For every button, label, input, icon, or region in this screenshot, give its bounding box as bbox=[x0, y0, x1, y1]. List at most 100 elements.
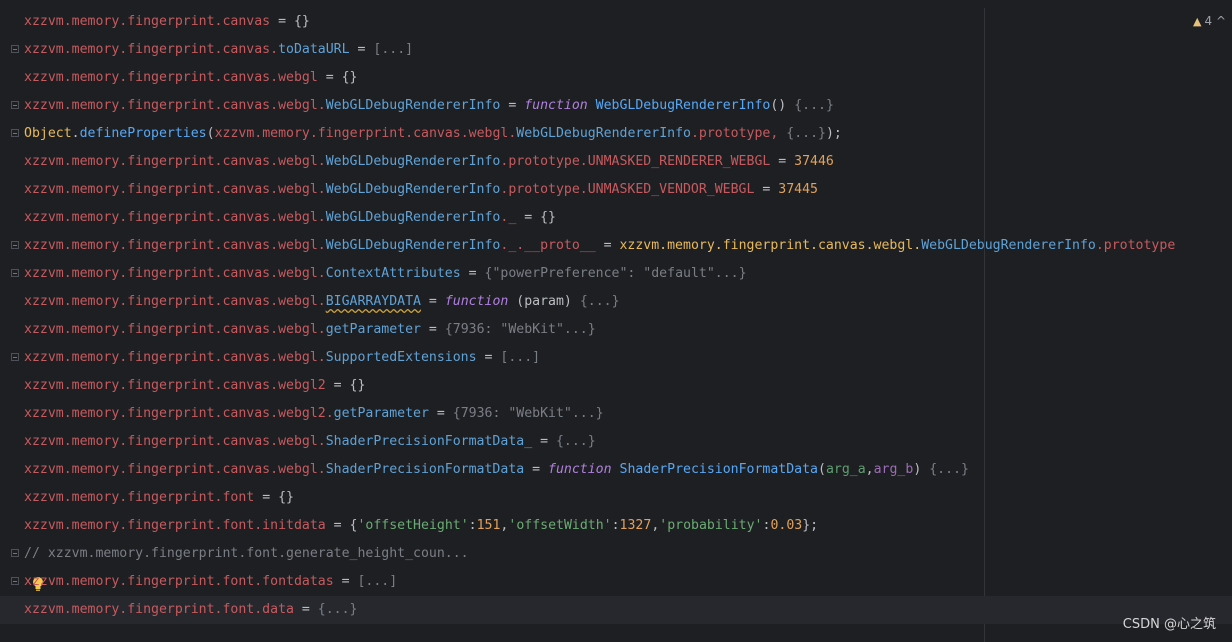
folded-value: {"powerPreference": "default"...} bbox=[484, 266, 747, 281]
code-line[interactable]: xzzvm.memory.fingerprint.font.initdata =… bbox=[0, 512, 1232, 540]
code-token: }; bbox=[802, 518, 819, 533]
identifier: xzzvm.memory.fingerprint.font.data bbox=[24, 602, 294, 617]
code-token: ( bbox=[206, 126, 215, 141]
identifier: ._ bbox=[500, 210, 517, 225]
code-line[interactable]: xzzvm.memory.fingerprint.canvas.webgl.We… bbox=[0, 232, 1232, 260]
code-line[interactable]: xzzvm.memory.fingerprint.font.fontdatas … bbox=[0, 568, 1232, 596]
code-token: : bbox=[611, 518, 620, 533]
fold-marker-icon[interactable] bbox=[11, 101, 19, 109]
operator: = bbox=[325, 518, 350, 533]
property-name: ShaderPrecisionFormatData_ bbox=[325, 434, 533, 449]
code-line[interactable]: xzzvm.memory.fingerprint.canvas.webgl.We… bbox=[0, 148, 1232, 176]
code-line[interactable]: xzzvm.memory.fingerprint.canvas.webgl.Sh… bbox=[0, 456, 1232, 484]
code-line[interactable]: Object.defineProperties(xzzvm.memory.fin… bbox=[0, 120, 1232, 148]
operator: = bbox=[476, 350, 501, 365]
identifier: xzzvm.memory.fingerprint.canvas.webgl. bbox=[24, 462, 326, 477]
code-text: xzzvm.memory.fingerprint.canvas.webgl2.g… bbox=[24, 400, 604, 428]
property-name: WebGLDebugRendererInfo bbox=[325, 154, 501, 169]
identifier: xzzvm.memory.fingerprint.canvas.webgl. bbox=[24, 350, 326, 365]
code-line[interactable]: xzzvm.memory.fingerprint.canvas.webgl.Sh… bbox=[0, 428, 1232, 456]
string-value: 'probability' bbox=[659, 518, 763, 533]
parameter: arg_a bbox=[825, 462, 866, 477]
fold-marker-icon[interactable] bbox=[11, 241, 19, 249]
number-value: 151 bbox=[476, 518, 501, 533]
code-text: Object.defineProperties(xzzvm.memory.fin… bbox=[24, 120, 842, 148]
operator: = bbox=[500, 98, 525, 113]
operator: = bbox=[333, 574, 358, 589]
fold-marker-icon[interactable] bbox=[11, 45, 19, 53]
fold-marker-icon[interactable] bbox=[11, 577, 19, 585]
property-name: ContextAttributes bbox=[325, 266, 461, 281]
identifier: xzzvm.memory.fingerprint.canvas.webgl. bbox=[214, 126, 517, 141]
code-line[interactable]: xzzvm.memory.fingerprint.canvas.webgl.We… bbox=[0, 92, 1232, 120]
code-line[interactable]: xzzvm.memory.fingerprint.canvas.webgl.We… bbox=[0, 204, 1232, 232]
code-line[interactable]: xzzvm.memory.fingerprint.canvas.webgl.Su… bbox=[0, 344, 1232, 372]
folded-value: {...} bbox=[921, 462, 969, 477]
folded-value: [...] bbox=[500, 350, 541, 365]
property-name: BIGARRAYDATA bbox=[325, 294, 421, 309]
code-text: xzzvm.memory.fingerprint.canvas.webgl = … bbox=[24, 64, 357, 92]
code-line[interactable]: xzzvm.memory.fingerprint.font.data = {..… bbox=[0, 596, 1232, 624]
folded-value: {...} bbox=[555, 434, 596, 449]
identifier: xzzvm.memory.fingerprint.canvas bbox=[24, 14, 271, 29]
identifier: ._.__proto__ bbox=[500, 238, 596, 253]
code-text: xzzvm.memory.fingerprint.canvas.webgl.We… bbox=[24, 232, 1175, 260]
code-line[interactable]: xzzvm.memory.fingerprint.canvas.webgl.We… bbox=[0, 176, 1232, 204]
inspection-warnings[interactable]: ▲ 4 ^ bbox=[1193, 12, 1232, 30]
keyword: function bbox=[524, 98, 588, 113]
code-text: xzzvm.memory.fingerprint.canvas.webgl2 =… bbox=[24, 372, 365, 400]
identifier: xzzvm.memory.fingerprint.canvas.webgl. bbox=[24, 434, 326, 449]
identifier: .prototype, bbox=[690, 126, 787, 141]
identifier: xzzvm.memory.fingerprint.canvas.webgl2 bbox=[24, 378, 326, 393]
operator: = bbox=[270, 14, 294, 29]
code-line[interactable]: xzzvm.memory.fingerprint.font = {} bbox=[0, 484, 1232, 512]
code-text: xzzvm.memory.fingerprint.canvas = {} bbox=[24, 8, 310, 36]
code-text: xzzvm.memory.fingerprint.canvas.webgl.ge… bbox=[24, 316, 596, 344]
code-text: // xzzvm.memory.fingerprint.font.generat… bbox=[24, 540, 469, 568]
fold-marker-icon[interactable] bbox=[11, 353, 19, 361]
code-text: xzzvm.memory.fingerprint.font.initdata =… bbox=[24, 512, 818, 540]
method-name: defineProperties bbox=[79, 126, 207, 141]
code-line[interactable]: xzzvm.memory.fingerprint.canvas.webgl.ge… bbox=[0, 316, 1232, 344]
folded-value: {7936: "WebKit"...} bbox=[444, 322, 596, 337]
identifier: .prototype.UNMASKED_VENDOR_WEBGL bbox=[500, 182, 755, 197]
code-line[interactable]: // xzzvm.memory.fingerprint.font.generat… bbox=[0, 540, 1232, 568]
operator: = bbox=[420, 294, 445, 309]
code-line[interactable]: xzzvm.memory.fingerprint.canvas = {} bbox=[0, 8, 1232, 36]
folded-value: {...} bbox=[317, 602, 358, 617]
operator: = bbox=[770, 154, 795, 169]
operator: = bbox=[460, 266, 485, 281]
fold-marker-icon[interactable] bbox=[11, 129, 19, 137]
identifier: xzzvm.memory.fingerprint.canvas.webgl. bbox=[24, 182, 326, 197]
code-editor[interactable]: xzzvm.memory.fingerprint.canvas = {} xzzv… bbox=[0, 0, 1232, 642]
operator: = bbox=[317, 70, 342, 85]
code-line[interactable]: xzzvm.memory.fingerprint.canvas.webgl.BI… bbox=[0, 288, 1232, 316]
identifier: xzzvm.memory.fingerprint.canvas.webgl. bbox=[24, 322, 326, 337]
identifier: Object bbox=[24, 126, 72, 141]
value: {} bbox=[278, 490, 294, 505]
number-value: 0.03 bbox=[770, 518, 803, 533]
code-text: xzzvm.memory.fingerprint.canvas.toDataUR… bbox=[24, 36, 413, 64]
folded-value: [...] bbox=[373, 42, 414, 57]
property-name: toDataURL bbox=[278, 42, 350, 57]
fold-marker-icon[interactable] bbox=[11, 269, 19, 277]
identifier: xzzvm.memory.fingerprint.canvas.webgl bbox=[24, 70, 318, 85]
code-comment: // xzzvm.memory.fingerprint.font.generat… bbox=[24, 546, 469, 561]
identifier: .prototype bbox=[1095, 238, 1176, 253]
code-line[interactable]: xzzvm.memory.fingerprint.canvas.toDataUR… bbox=[0, 36, 1232, 64]
property-name: WebGLDebugRendererInfo bbox=[325, 182, 501, 197]
value: {} bbox=[349, 378, 366, 393]
code-line[interactable]: xzzvm.memory.fingerprint.canvas.webgl.Co… bbox=[0, 260, 1232, 288]
identifier: .prototype.UNMASKED_RENDERER_WEBGL bbox=[500, 154, 771, 169]
code-line[interactable]: xzzvm.memory.fingerprint.canvas.webgl = … bbox=[0, 64, 1232, 92]
code-line[interactable]: xzzvm.memory.fingerprint.canvas.webgl2 =… bbox=[0, 372, 1232, 400]
operator: = bbox=[595, 238, 620, 253]
code-line[interactable]: xzzvm.memory.fingerprint.canvas.webgl2.g… bbox=[0, 400, 1232, 428]
code-token: , bbox=[865, 462, 874, 477]
fold-marker-icon[interactable] bbox=[11, 549, 19, 557]
folded-value: {7936: "WebKit"...} bbox=[452, 406, 604, 421]
parameter: arg_b bbox=[873, 462, 914, 477]
code-text: xzzvm.memory.fingerprint.font.data = {..… bbox=[24, 596, 357, 624]
warning-icon: ▲ bbox=[1193, 15, 1202, 28]
identifier: xzzvm.memory.fingerprint.canvas.webgl. bbox=[24, 266, 326, 281]
